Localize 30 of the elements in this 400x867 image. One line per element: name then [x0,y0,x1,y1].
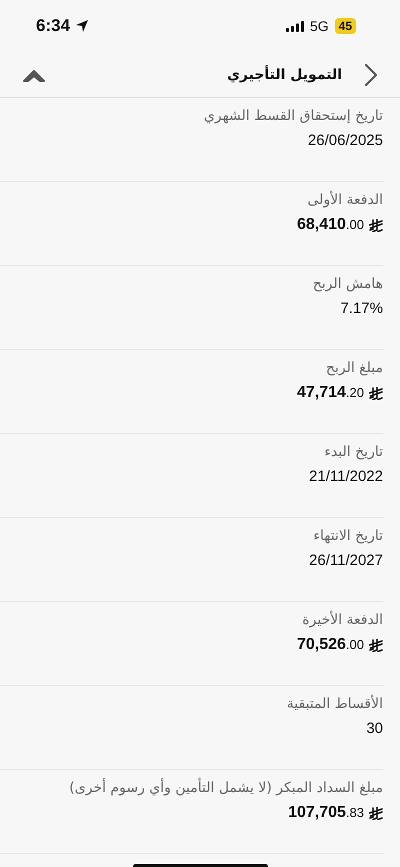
riyal-icon [369,386,383,400]
field-label: هامش الربح [312,276,383,292]
field-label: تاريخ الانتهاء [313,528,383,544]
field-value: 7.17% [340,300,383,317]
field-label: تاريخ إستحقاق القسط الشهري [204,108,383,124]
riyal-icon [369,218,383,232]
back-icon[interactable] [364,62,378,86]
field-value: 30 [366,720,383,737]
field-label: مبلغ السداد المبكر (لا يشمل التأمين وأي رسوم أخرى) [69,780,383,796]
field-value: 26/06/2025 [308,132,383,149]
field-value: 21/11/2022 [309,468,383,485]
field-label: تاريخ البدء [324,444,383,460]
field-label: مبلغ الربح [326,360,383,376]
riyal-icon [369,806,383,820]
field-label: الدفعة الأخيرة [302,612,383,628]
signal-icon [286,20,304,32]
amount-value: 68,410.00 [296,216,364,234]
field-label: الدفعة الأولى [308,192,383,208]
location-arrow-icon [75,19,90,33]
amount-value: 47,714.20 [296,384,364,402]
amount-value: 107,705.83 [288,804,364,822]
screen-title: التمويل التأجيري [227,66,342,82]
riyal-icon [369,638,383,652]
field-label: الأقساط المتبقية [286,696,383,712]
collapse-icon[interactable] [22,68,46,82]
field-value: 26/11/2027 [309,552,383,569]
amount-value: 70,526.00 [296,636,364,654]
status-time: 6:34 [36,16,70,36]
battery-level: 45 [334,18,356,34]
network-label: 5G [310,18,329,34]
